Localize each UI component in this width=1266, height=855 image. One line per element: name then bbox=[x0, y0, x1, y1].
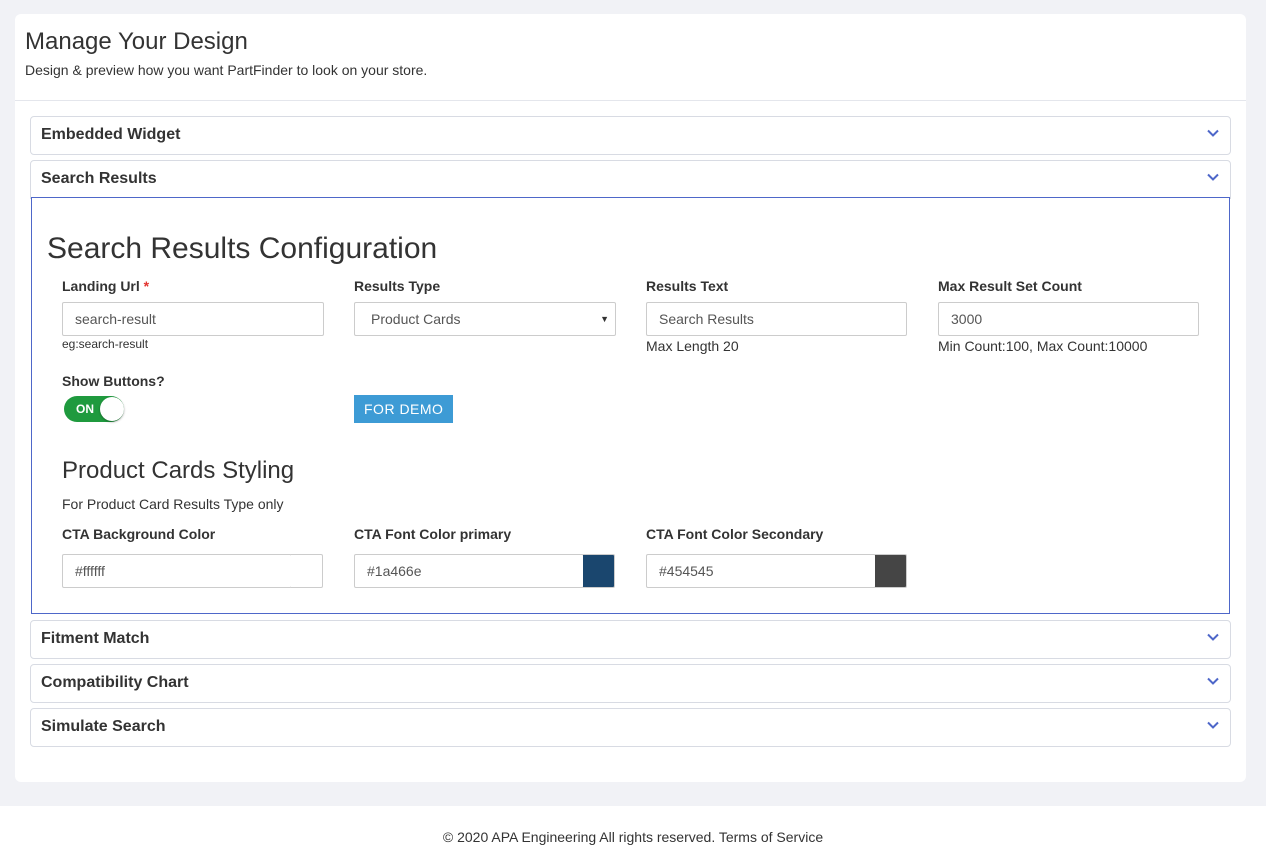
max-result-hint: Min Count:100, Max Count:10000 bbox=[938, 338, 1148, 354]
cta-bg-color-input[interactable] bbox=[62, 554, 292, 588]
required-mark: * bbox=[143, 278, 150, 294]
section-title: Search Results Configuration bbox=[47, 232, 438, 265]
show-buttons-label: Show Buttons? bbox=[62, 373, 165, 389]
cta-font-primary-label: CTA Font Color primary bbox=[354, 526, 512, 542]
styling-title: Product Cards Styling bbox=[62, 457, 295, 484]
footer-text: © 2020 APA Engineering All rights reserv… bbox=[442, 829, 824, 845]
cta-font-primary-color-swatch[interactable] bbox=[583, 554, 615, 588]
cta-bg-color-group bbox=[62, 554, 323, 588]
max-result-label: Max Result Set Count bbox=[938, 278, 1082, 294]
results-text-label: Results Text bbox=[646, 278, 729, 294]
cta-bg-label: CTA Background Color bbox=[62, 526, 216, 542]
panel-title: Embedded Widget bbox=[41, 126, 181, 143]
landing-url-label: Landing Url * bbox=[62, 278, 149, 294]
max-result-input[interactable] bbox=[938, 302, 1199, 336]
footer: © 2020 APA Engineering All rights reserv… bbox=[0, 806, 1266, 855]
show-buttons-toggle[interactable]: ON bbox=[64, 396, 124, 422]
cta-font-secondary-label: CTA Font Color Secondary bbox=[646, 526, 824, 542]
chevron-down-icon bbox=[1207, 173, 1219, 181]
landing-url-label-text: Landing Url bbox=[62, 278, 140, 294]
panel-title: Compatibility Chart bbox=[41, 674, 189, 691]
chevron-down-icon bbox=[1207, 129, 1219, 137]
cta-font-secondary-color-group bbox=[646, 554, 907, 588]
results-type-label: Results Type bbox=[354, 278, 441, 294]
cta-font-secondary-color-swatch[interactable] bbox=[875, 554, 907, 588]
page-title: Manage Your Design bbox=[25, 28, 248, 55]
panel-title: Search Results bbox=[41, 170, 157, 187]
chevron-down-icon bbox=[1207, 677, 1219, 685]
results-text-input[interactable] bbox=[646, 302, 907, 336]
design-card: Manage Your Design Design & preview how … bbox=[15, 14, 1246, 782]
panel-title: Simulate Search bbox=[41, 718, 166, 735]
results-type-select[interactable]: Product Cards ▼ bbox=[354, 302, 616, 336]
caret-down-icon: ▼ bbox=[600, 314, 609, 324]
panel-search-results[interactable]: Search Results bbox=[30, 160, 1231, 199]
panel-fitment-match[interactable]: Fitment Match bbox=[30, 620, 1231, 659]
panel-simulate-search[interactable]: Simulate Search bbox=[30, 708, 1231, 747]
cta-font-primary-color-group bbox=[354, 554, 615, 588]
toggle-state-text: ON bbox=[76, 402, 94, 416]
page-subtitle: Design & preview how you want PartFinder… bbox=[25, 62, 428, 78]
panel-compatibility-chart[interactable]: Compatibility Chart bbox=[30, 664, 1231, 703]
cta-font-secondary-color-input[interactable] bbox=[646, 554, 876, 588]
results-type-selected: Product Cards bbox=[371, 311, 461, 327]
chevron-down-icon bbox=[1207, 633, 1219, 641]
landing-url-input[interactable] bbox=[62, 302, 324, 336]
toggle-knob bbox=[100, 397, 124, 421]
panel-title: Fitment Match bbox=[41, 630, 150, 647]
panel-embedded-widget[interactable]: Embedded Widget bbox=[30, 116, 1231, 155]
styling-note: For Product Card Results Type only bbox=[62, 496, 284, 512]
results-text-hint: Max Length 20 bbox=[646, 338, 739, 354]
cta-font-primary-color-input[interactable] bbox=[354, 554, 584, 588]
landing-url-hint: eg:search-result bbox=[62, 337, 149, 351]
cta-bg-color-swatch[interactable] bbox=[291, 554, 323, 588]
chevron-down-icon bbox=[1207, 721, 1219, 729]
search-results-panel-body: Search Results Configuration Landing Url… bbox=[31, 197, 1230, 614]
card-header: Manage Your Design Design & preview how … bbox=[15, 14, 1246, 101]
for-demo-button[interactable]: FOR DEMO bbox=[354, 395, 454, 423]
